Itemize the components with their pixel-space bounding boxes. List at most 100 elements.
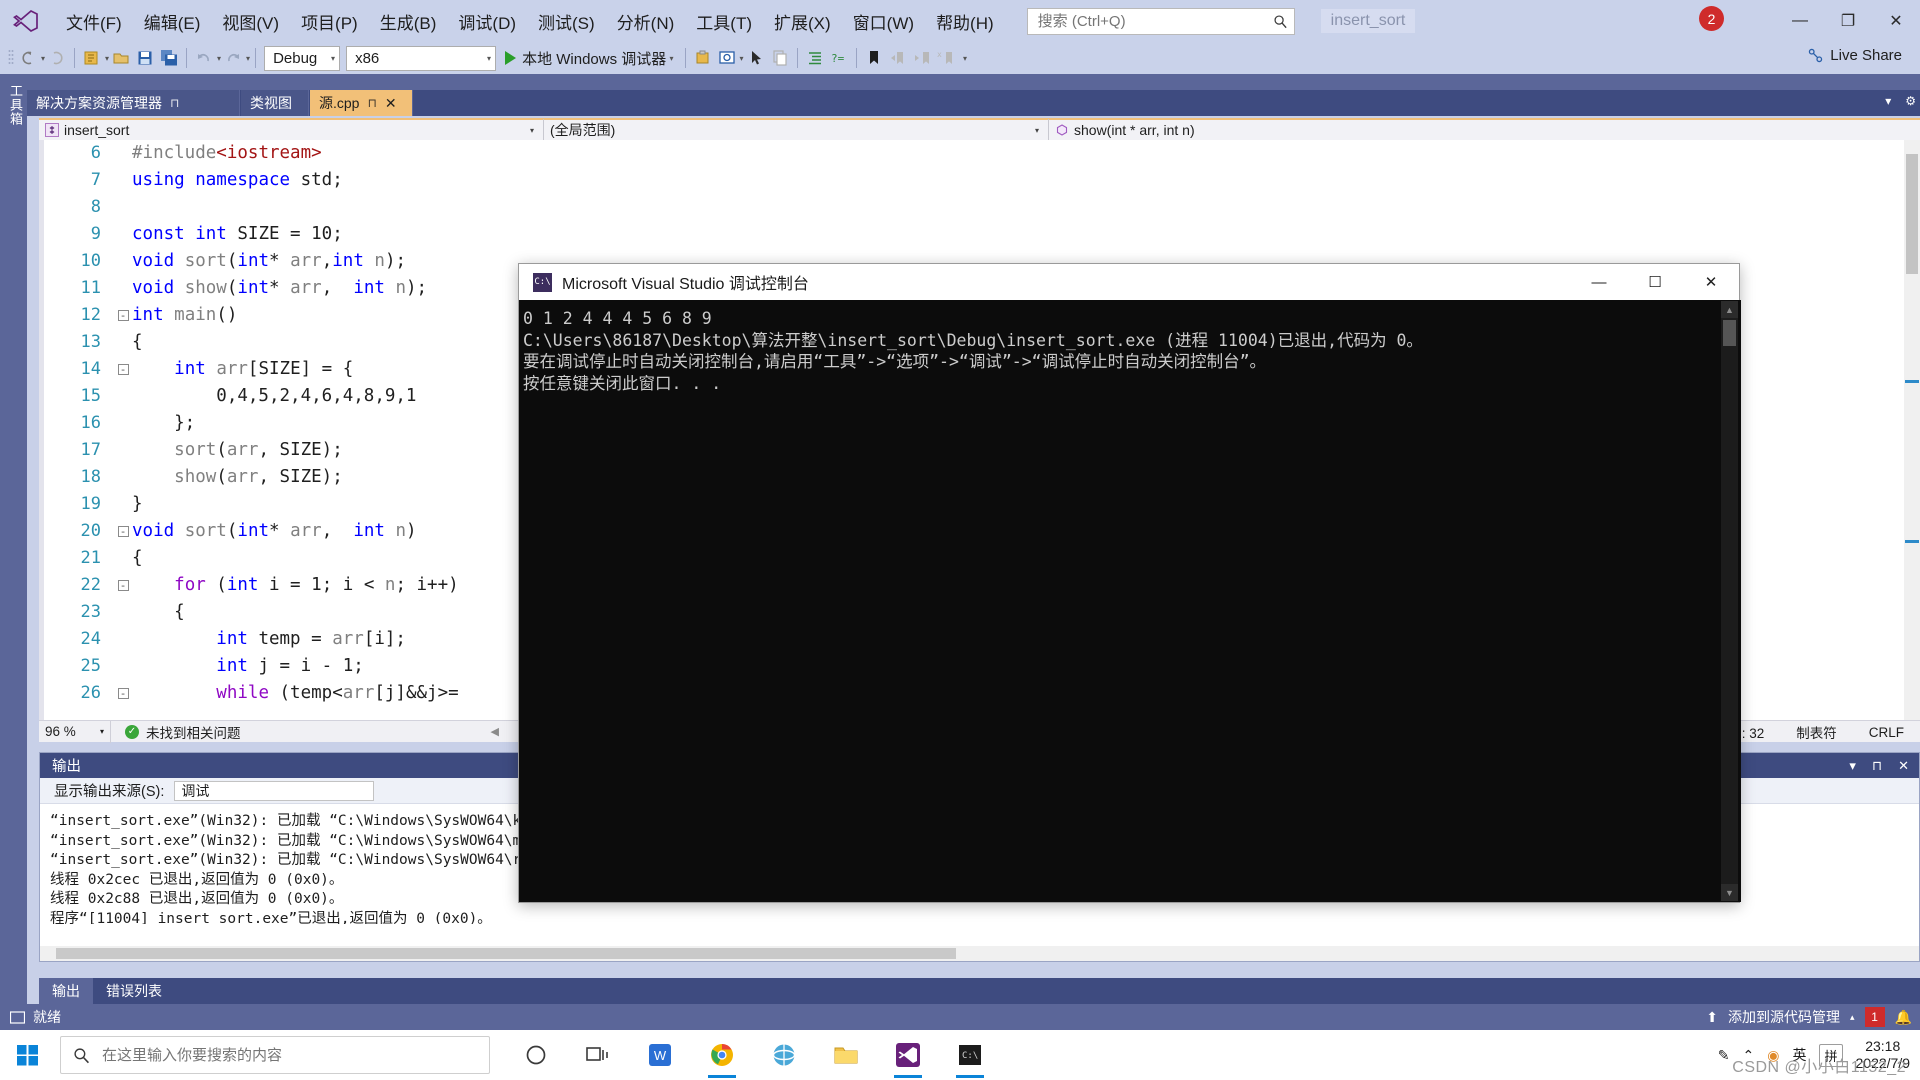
console-window-icon[interactable]: C:\ [946,1030,994,1080]
toolbox-rail[interactable]: 工具箱 [0,74,27,1020]
chevron-down-icon[interactable]: ▾ [331,54,335,63]
code-line[interactable]: 16 }; [44,410,459,437]
output-source-combo[interactable]: 调试 [174,780,375,801]
ie-icon[interactable] [760,1030,808,1080]
output-scroll-thumb[interactable] [56,948,956,959]
start-debug-caret[interactable]: ▾ [667,54,673,63]
console-close-button[interactable]: ✕ [1683,264,1739,300]
console-scroll-down-icon[interactable]: ▼ [1721,884,1738,901]
chevron-down-icon-5[interactable]: ▾ [100,727,104,736]
code-line[interactable]: 24 int temp = arr[i]; [44,626,459,653]
code-line[interactable]: 13 { [44,329,459,356]
close-icon[interactable]: ✕ [385,95,397,112]
output-dropdown-icon[interactable]: ▾ [1849,758,1856,774]
tab-source-cpp[interactable]: 源.cpp ⊓ ✕ [310,90,413,116]
toolbar-overflow-caret[interactable]: ▾ [959,54,967,63]
fold-toggle-icon[interactable]: - [114,518,132,545]
redo-button[interactable] [221,45,245,71]
solution-configuration-combo[interactable]: Debug ▾ [264,45,341,71]
windows-start-icon[interactable] [0,1030,56,1080]
chevron-down-icon-3[interactable]: ▾ [530,126,539,135]
fold-toggle-icon[interactable]: - [114,572,132,599]
code-line[interactable]: 10 void sort(int* arr,int n); [44,248,459,275]
menu-analyze[interactable]: 分析(N) [606,5,686,38]
save-all-button[interactable] [157,45,181,71]
bottom-tab-output[interactable]: 输出 [39,978,93,1004]
console-maximize-button[interactable]: ☐ [1627,264,1683,300]
navigate-backward-button[interactable] [16,45,40,71]
live-share-button[interactable]: Live Share [1807,47,1902,64]
zoom-combo[interactable]: 96 % ▾ [39,720,111,743]
global-search-input[interactable] [1037,12,1273,30]
undo-button[interactable] [192,45,216,71]
chrome-icon[interactable] [698,1030,746,1080]
fold-toggle-icon[interactable]: - [114,302,132,329]
save-button[interactable] [133,45,157,71]
tab-solution-explorer[interactable]: 解决方案资源管理器 ⊓ [27,90,240,116]
pen-icon[interactable]: ✎ [1718,1047,1730,1064]
chevron-down-icon-2[interactable]: ▾ [487,54,491,63]
toggle-bookmark-button[interactable] [862,45,886,71]
code-line[interactable]: 19} [44,491,459,518]
bottom-tab-error-list[interactable]: 错误列表 [93,978,175,1004]
menu-help[interactable]: 帮助(H) [925,5,1005,38]
console-minimize-button[interactable]: — [1571,264,1627,300]
preview-button[interactable] [715,45,739,71]
toolbar-grip[interactable] [6,48,16,68]
code-line[interactable]: 8 [44,194,459,221]
debug-console-window[interactable]: C:\ Microsoft Visual Studio 调试控制台 — ☐ ✕ … [518,263,1741,903]
status-bell-icon[interactable]: 🔔 [1895,1009,1912,1026]
redo-dropdown-caret[interactable]: ▾ [246,54,250,63]
code-line[interactable]: 23 { [44,599,459,626]
navigate-forward-button[interactable] [45,45,69,71]
output-close-icon[interactable]: ✕ [1898,758,1909,774]
editor-scroll-thumb[interactable] [1906,154,1918,274]
output-horizontal-scrollbar[interactable] [40,946,1919,961]
menu-test[interactable]: 测试(S) [527,5,606,38]
code-line[interactable]: 17 sort(arr, SIZE); [44,437,459,464]
menu-window[interactable]: 窗口(W) [842,5,925,38]
taskbar-search-input[interactable] [102,1046,489,1064]
output-pin-icon[interactable]: ⊓ [1872,758,1882,774]
code-line[interactable]: 15 0,4,5,2,4,6,4,8,9,1 [44,383,459,410]
tab-class-view[interactable]: 类视图 [241,90,309,116]
fold-toggle-icon[interactable]: - [114,680,132,707]
tab-settings-icon[interactable]: ⚙ [1905,94,1916,108]
format-document-button[interactable] [803,45,827,71]
pin-icon[interactable]: ⊓ [170,96,179,110]
navbar-member-combo[interactable]: show(int * arr, int n) [1049,119,1554,141]
menu-project[interactable]: 项目(P) [290,5,369,38]
code-line[interactable]: 22- for (int i = 1; i < n; i++) [44,572,459,599]
previous-bookmark-button[interactable] [886,45,910,71]
code-line[interactable]: 18 show(arr, SIZE); [44,464,459,491]
maximize-button[interactable]: ❐ [1824,0,1872,42]
editor-vertical-scrollbar[interactable] [1904,140,1920,720]
menu-view[interactable]: 视图(V) [211,5,290,38]
select-element-button[interactable] [744,45,768,71]
visual-studio-icon[interactable] [884,1030,932,1080]
console-scroll-thumb[interactable] [1723,320,1736,346]
code-line[interactable]: 9 const int SIZE = 10; [44,221,459,248]
code-line[interactable]: 11 void show(int* arr, int n); [44,275,459,302]
code-line[interactable]: 12- int main() [44,302,459,329]
notification-badge[interactable]: 2 [1699,6,1724,31]
wps-icon[interactable]: W [636,1030,684,1080]
taskbar-search-box[interactable] [60,1036,490,1074]
issues-prev-icon[interactable]: ◀ [491,725,499,738]
tab-list-caret-icon[interactable]: ▾ [1885,94,1891,108]
code-line[interactable]: 14- int arr[SIZE] = { [44,356,459,383]
console-title-bar[interactable]: C:\ Microsoft Visual Studio 调试控制台 — ☐ ✕ [519,264,1739,300]
code-line[interactable]: 6 #include<iostream> [44,140,459,167]
file-explorer-icon[interactable] [822,1030,870,1080]
task-view-icon[interactable] [574,1030,622,1080]
comment-button[interactable]: ?= [827,45,851,71]
publish-arrow-icon[interactable]: ⬆ [1706,1009,1718,1026]
menu-edit[interactable]: 编辑(E) [133,5,212,38]
console-vertical-scrollbar[interactable]: ▲ ▼ [1721,301,1738,901]
menu-tools[interactable]: 工具(T) [685,5,763,38]
minimize-button[interactable]: — [1776,0,1824,42]
code-line[interactable]: 25 int j = i - 1; [44,653,459,680]
code-line[interactable]: 21 { [44,545,459,572]
navbar-project-combo[interactable]: insert_sort ▾ [39,119,544,141]
code-line[interactable]: 26- while (temp<arr[j]&&j>= [44,680,459,707]
